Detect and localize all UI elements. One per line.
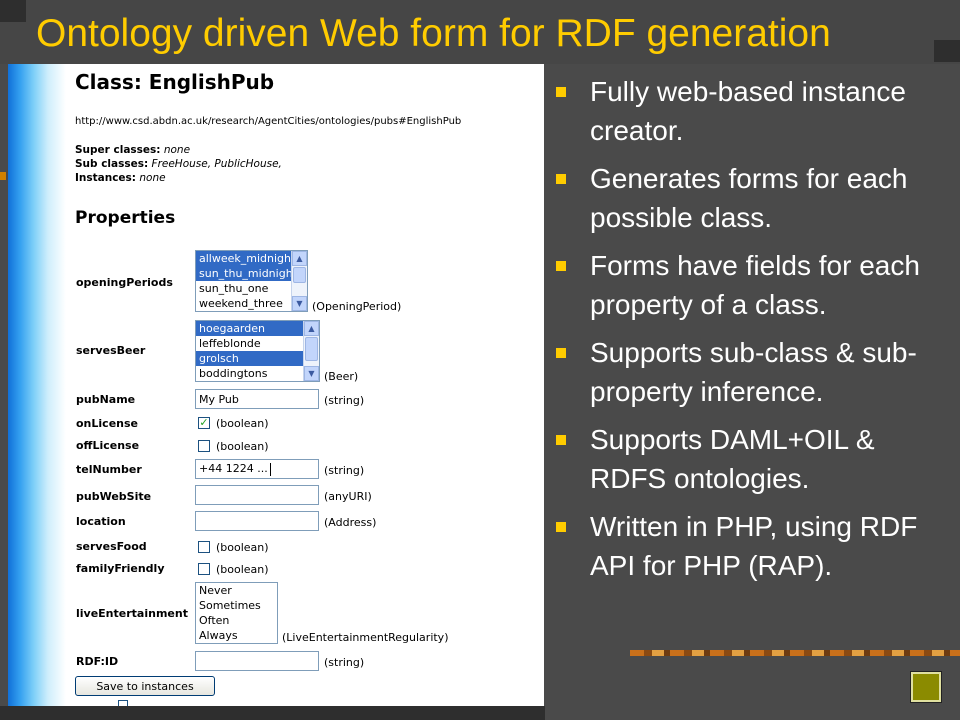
instances-value: none (139, 172, 166, 184)
bullet-text: Written in PHP, using RDF API for PHP (R… (590, 511, 918, 581)
pub-name-input[interactable] (195, 389, 319, 409)
bullet-item: Written in PHP, using RDF API for PHP (R… (556, 507, 956, 585)
live-entertainment-option[interactable]: Never (196, 583, 277, 598)
bullet-text: Supports sub-class & sub-property infere… (590, 337, 917, 407)
scroll-down-icon[interactable]: ▼ (292, 296, 307, 311)
serves-beer-label: servesBeer (76, 344, 146, 357)
properties-heading: Properties (75, 208, 176, 228)
pub-web-site-input[interactable] (195, 485, 319, 505)
rdf-id-input[interactable] (195, 651, 319, 671)
off-license-type: (boolean) (216, 440, 269, 453)
live-entertainment-option[interactable]: Always (196, 628, 277, 643)
bullet-text: Forms have fields for each property of a… (590, 250, 920, 320)
rdf-id-label: RDF:ID (76, 655, 119, 668)
corner-block-top-left (0, 0, 26, 22)
super-classes-row: Super classes: none (75, 144, 190, 156)
pub-web-site-type: (anyURI) (324, 490, 372, 503)
family-friendly-checkbox[interactable] (198, 563, 210, 575)
square-bullet-icon (556, 87, 566, 97)
serves-beer-scrollbar[interactable]: ▲ ▼ (303, 321, 319, 381)
tel-number-input[interactable]: +44 1224 ... (195, 459, 319, 479)
on-license-label: onLicense (76, 417, 138, 430)
scroll-up-icon[interactable]: ▲ (304, 321, 319, 336)
sub-classes-value: FreeHouse, PublicHouse, (151, 158, 282, 170)
square-bullet-icon (556, 174, 566, 184)
on-license-type: (boolean) (216, 417, 269, 430)
serves-beer-listbox[interactable]: hoegaarden leffeblonde grolsch boddingto… (195, 320, 320, 382)
pub-web-site-label: pubWebSite (76, 490, 152, 503)
live-entertainment-label: liveEntertainment (76, 607, 188, 620)
sub-classes-label: Sub classes: (75, 158, 149, 170)
bullet-text: Supports DAML+OIL & RDFS ontologies. (590, 424, 875, 494)
instances-label: Instances: (75, 172, 137, 184)
scroll-thumb[interactable] (293, 267, 306, 283)
pub-name-label: pubName (76, 393, 136, 406)
scroll-down-icon[interactable]: ▼ (304, 366, 319, 381)
bullet-item: Supports sub-class & sub-property infere… (556, 333, 956, 411)
square-bullet-icon (556, 522, 566, 532)
super-classes-value: none (163, 144, 191, 156)
class-title: Class: EnglishPub (75, 70, 275, 94)
instances-row: Instances: none (75, 172, 166, 184)
on-license-checkbox[interactable]: ✓ (198, 417, 210, 429)
serves-beer-type: (Beer) (324, 370, 359, 383)
save-to-instances-button[interactable]: Save to instances (75, 676, 215, 696)
slide-title: Ontology driven Web form for RDF generat… (36, 12, 831, 55)
location-type: (Address) (324, 516, 377, 529)
text-caret (269, 462, 271, 476)
off-license-checkbox[interactable] (198, 440, 210, 452)
opening-periods-listbox[interactable]: allweek_midnight sun_thu_midnight sun_th… (195, 250, 308, 312)
bullet-item: Supports DAML+OIL & RDFS ontologies. (556, 420, 956, 498)
live-entertainment-option[interactable]: Often (196, 613, 277, 628)
family-friendly-label: familyFriendly (76, 562, 165, 575)
bullet-item: Generates forms for each possible class. (556, 159, 956, 237)
panel-bottom-edge (0, 706, 545, 720)
rdf-id-type: (string) (324, 656, 365, 669)
opening-periods-label: openingPeriods (76, 276, 173, 289)
sub-classes-row: Sub classes: FreeHouse, PublicHouse, (75, 158, 282, 170)
serves-food-label: servesFood (76, 540, 147, 553)
square-bullet-icon (556, 261, 566, 271)
pub-name-type: (string) (324, 394, 365, 407)
live-entertainment-listbox[interactable]: Never Sometimes Often Always (195, 582, 278, 644)
serves-food-checkbox[interactable] (198, 541, 210, 553)
off-license-label: offLicense (76, 439, 140, 452)
family-friendly-type: (boolean) (216, 563, 269, 576)
tel-number-value: +44 1224 ... (199, 462, 268, 475)
serves-beer-option[interactable]: grolsch (196, 351, 319, 366)
bullet-text: Generates forms for each possible class. (590, 163, 908, 233)
square-bullet-icon (556, 435, 566, 445)
scroll-thumb[interactable] (305, 337, 318, 361)
bullet-item: Forms have fields for each property of a… (556, 246, 956, 324)
corner-block-top-right (934, 40, 960, 62)
decorative-strip (630, 650, 960, 656)
serves-beer-option[interactable]: leffeblonde (196, 336, 319, 351)
bullet-item: Fully web-based instance creator. (556, 72, 956, 150)
bullet-list: Fully web-based instance creator. Genera… (556, 72, 956, 594)
tel-number-label: telNumber (76, 463, 142, 476)
square-bullet-icon (556, 348, 566, 358)
serves-beer-option[interactable]: boddingtons (196, 366, 319, 381)
slide-nav-button[interactable] (910, 671, 942, 703)
live-entertainment-type: (LiveEntertainmentRegularity) (282, 631, 449, 644)
opening-periods-type: (OpeningPeriod) (312, 300, 402, 313)
serves-beer-option[interactable]: hoegaarden (196, 321, 319, 336)
bullet-text: Fully web-based instance creator. (590, 76, 906, 146)
form-screenshot-panel: Class: EnglishPub http://www.csd.abdn.ac… (8, 64, 544, 706)
class-url: http://www.csd.abdn.ac.uk/research/Agent… (75, 116, 462, 127)
live-entertainment-option[interactable]: Sometimes (196, 598, 277, 613)
location-input[interactable] (195, 511, 319, 531)
scroll-up-icon[interactable]: ▲ (292, 251, 307, 266)
left-edge-marker (0, 172, 6, 180)
location-label: location (76, 515, 126, 528)
serves-food-type: (boolean) (216, 541, 269, 554)
super-classes-label: Super classes: (75, 144, 161, 156)
opening-periods-scrollbar[interactable]: ▲ ▼ (291, 251, 307, 311)
tel-number-type: (string) (324, 464, 365, 477)
